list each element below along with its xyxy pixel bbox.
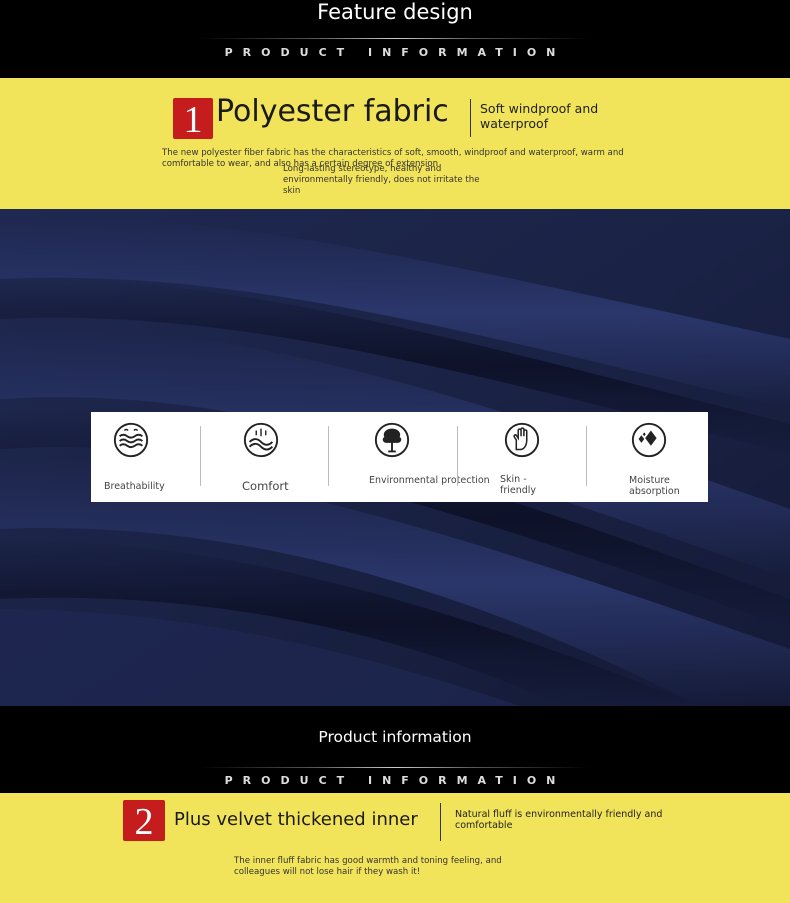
header-glow-divider [200, 767, 590, 768]
section-description: The inner fluff fabric has good warmth a… [234, 856, 502, 877]
feature-label: Comfort [242, 479, 289, 493]
product-information-title: Product information [318, 728, 472, 746]
feature-skin-friendly: Skin -friendly [458, 412, 586, 502]
feature-design-header: Feature design PRODUCT INFORMATION [0, 0, 790, 78]
product-information-header: Product information PRODUCT INFORMATION [0, 706, 790, 793]
header-glow-divider [200, 38, 590, 39]
feature-label: Moisture absorption [629, 475, 680, 497]
feature-comfort: Comfort [201, 412, 329, 502]
comfort-icon [243, 422, 279, 458]
tree-icon [374, 422, 410, 458]
product-information-subtitle: PRODUCT INFORMATION [224, 46, 566, 59]
feature-environmental-protection: Environmental protection [329, 412, 490, 502]
product-information-subtitle: PRODUCT INFORMATION [224, 774, 566, 787]
plus-velvet-section: 2 Plus velvet thickened inner Natural fl… [0, 793, 790, 903]
feature-breathability: Breathability [91, 412, 201, 502]
section-number-badge: 2 [123, 800, 165, 843]
section-number-badge: 1 [173, 98, 213, 141]
vertical-divider [440, 803, 441, 841]
polyester-fabric-section: 1 Polyester fabric Soft windproof and wa… [0, 78, 790, 209]
droplets-icon [631, 422, 667, 458]
feature-design-title: Feature design [317, 0, 473, 24]
feature-label: Skin -friendly [500, 474, 537, 496]
feature-label: Breathability [104, 481, 165, 492]
product-detail-page: Feature design PRODUCT INFORMATION 1 Pol… [0, 0, 790, 903]
breathability-icon [113, 422, 149, 458]
section-side-note: Soft windproof and waterproof [480, 101, 599, 131]
section-side-note: Natural fluff is environmentally friendl… [455, 809, 663, 831]
hand-icon [504, 422, 540, 458]
vertical-divider [470, 99, 471, 137]
feature-moisture-absorption: Moisture absorption [587, 412, 708, 502]
feature-icon-strip: Breathability Comfort Environmental prot… [91, 412, 708, 502]
section-title: Plus velvet thickened inner [174, 809, 418, 830]
section-title: Polyester fabric [216, 94, 449, 129]
section-description-secondary: Long-lasting stereotype, healthy and env… [283, 164, 480, 196]
